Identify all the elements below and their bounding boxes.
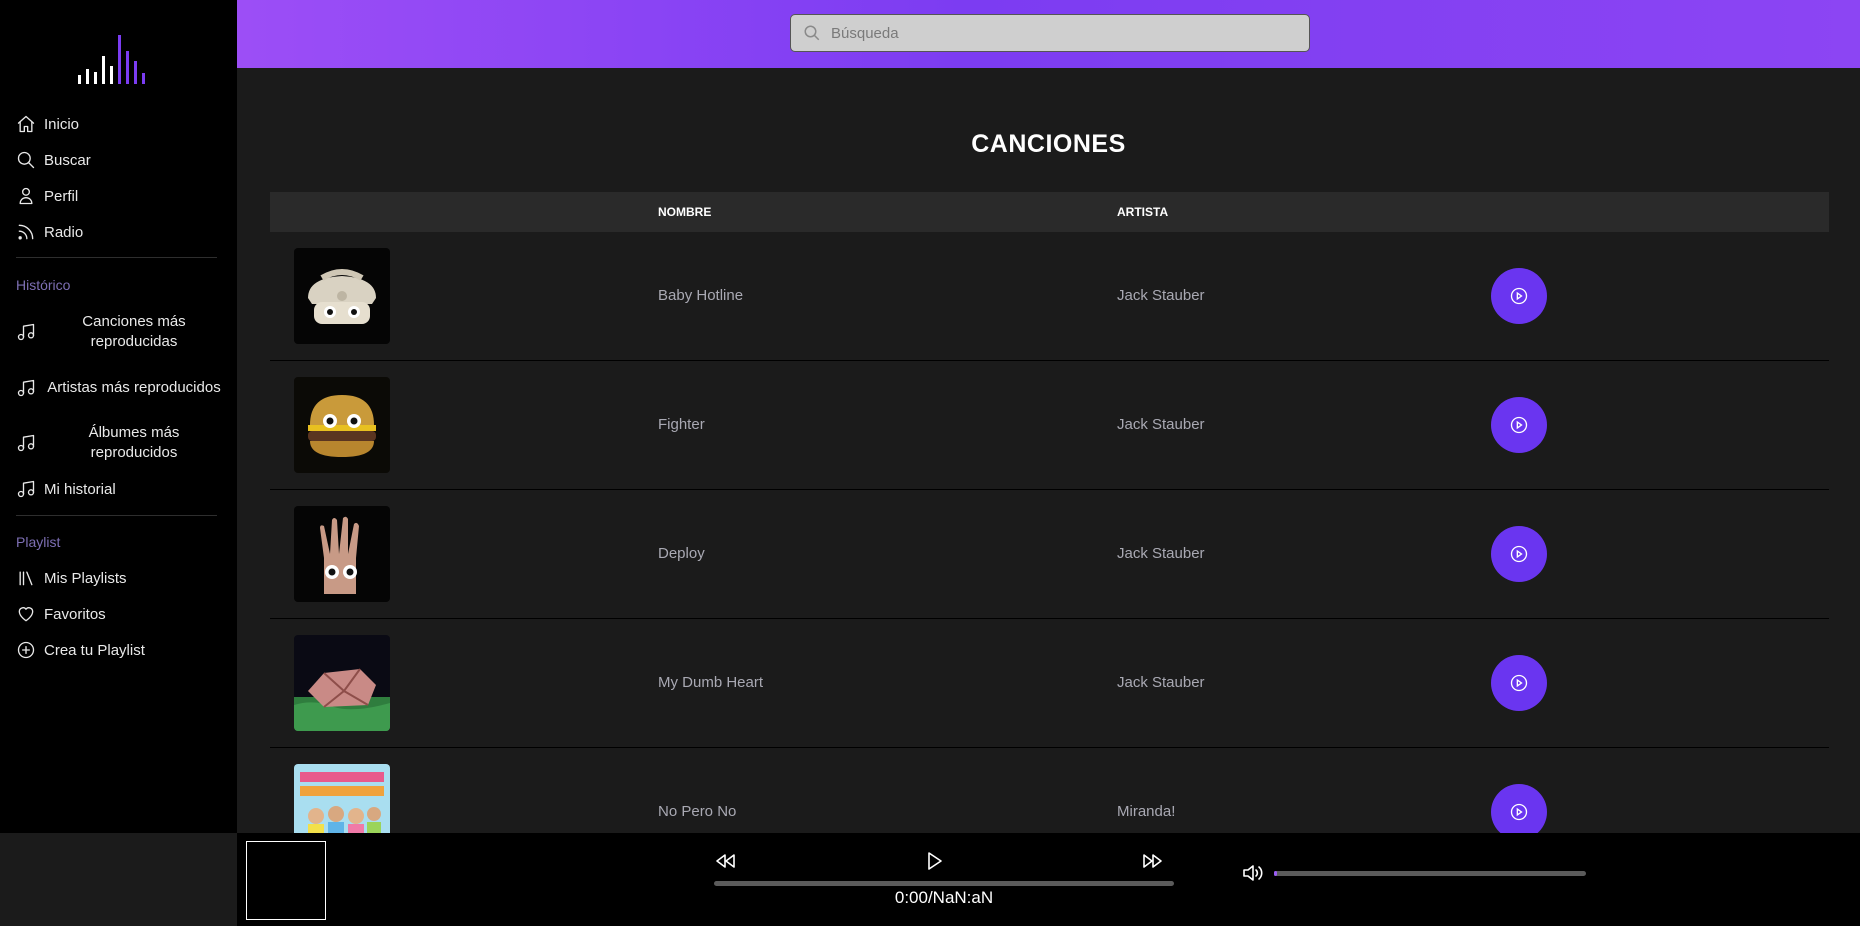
play-circle-icon: [1510, 416, 1528, 434]
play-song-button[interactable]: [1491, 526, 1547, 582]
play-button[interactable]: [920, 847, 948, 875]
hand-cover-art: [294, 506, 390, 602]
song-name: Baby Hotline: [658, 287, 744, 304]
album-cover: [294, 764, 390, 833]
table-row: Baby Hotline Jack Stauber: [270, 232, 1829, 361]
nav-albumes-mas-reproducidos[interactable]: Álbumes más reproducidos: [16, 423, 224, 463]
album-cover: [294, 506, 390, 602]
nav-artistas-mas-reproducidos[interactable]: Artistas más reproducidos: [16, 368, 224, 408]
music-note-icon: [17, 480, 35, 498]
telephone-cover-art: [294, 248, 390, 344]
nav-artistas-label: Artistas más reproducidos: [47, 379, 221, 396]
music-note-icon: [17, 379, 35, 397]
heart-creature-cover-art: [294, 635, 390, 731]
song-artist: Miranda!: [1117, 803, 1176, 820]
nav-mi-historial-label: Mi historial: [44, 480, 116, 498]
nav-perfil-label: Perfil: [44, 187, 79, 205]
playlist-title: Playlist: [16, 534, 61, 550]
nav-favoritos-label: Favoritos: [44, 605, 106, 623]
nav-canciones-label: Canciones más reproducidas: [82, 313, 186, 350]
album-cover: [294, 635, 390, 731]
burger-cover-art: [294, 377, 390, 473]
table-header: NOMBRE ARTISTA: [270, 192, 1829, 232]
sidebar: Inicio Buscar Perfil Radio Histórico Can…: [0, 0, 237, 833]
song-name: My Dumb Heart: [658, 674, 764, 691]
songs-table: NOMBRE ARTISTA Baby Hotline Jack Stauber: [270, 192, 1829, 833]
column-header-artist: ARTISTA: [1117, 205, 1169, 219]
fast-forward-button[interactable]: [1138, 847, 1166, 875]
song-name: Deploy: [658, 545, 705, 562]
nav-canciones-mas-reproducidas[interactable]: Canciones más reproducidas: [16, 312, 224, 352]
song-name: Fighter: [658, 416, 705, 433]
play-song-button[interactable]: [1491, 784, 1547, 833]
sidebar-divider: [16, 257, 217, 258]
main-content: CANCIONES NOMBRE ARTISTA Baby Hotline Ja…: [237, 68, 1860, 833]
song-artist: Jack Stauber: [1117, 545, 1205, 562]
plus-circle-icon: [17, 641, 35, 659]
table-row: No Pero No Miranda!: [270, 748, 1829, 833]
play-song-button[interactable]: [1491, 268, 1547, 324]
historico-title: Histórico: [16, 277, 71, 293]
nav-buscar-label: Buscar: [44, 151, 91, 169]
volume-button[interactable]: [1240, 861, 1264, 885]
nav-radio-label: Radio: [44, 223, 84, 241]
progress-bar[interactable]: [714, 881, 1174, 886]
page-title: CANCIONES: [971, 130, 1126, 158]
nav-inicio-label: Inicio: [44, 115, 80, 133]
music-note-icon: [17, 434, 35, 452]
volume-slider[interactable]: [1274, 871, 1586, 876]
song-artist: Jack Stauber: [1117, 287, 1205, 304]
play-circle-icon: [1510, 674, 1528, 692]
volume-level: [1274, 871, 1278, 876]
play-song-button[interactable]: [1491, 397, 1547, 453]
heart-icon: [18, 607, 34, 622]
search-icon: [17, 151, 35, 169]
volume-icon: [1243, 865, 1263, 881]
nav-mis-playlists[interactable]: Mis Playlists: [16, 566, 127, 590]
now-playing-cover: [246, 841, 326, 920]
song-artist: Jack Stauber: [1117, 416, 1205, 433]
album-cover: [294, 377, 390, 473]
table-row: Fighter Jack Stauber: [270, 361, 1829, 490]
song-name: No Pero No: [658, 803, 737, 820]
nav-buscar[interactable]: Buscar: [16, 148, 91, 172]
play-icon: [928, 852, 942, 870]
nav-mis-playlists-label: Mis Playlists: [44, 569, 127, 587]
sidebar-divider: [16, 515, 217, 516]
play-circle-icon: [1510, 545, 1528, 563]
nav-inicio[interactable]: Inicio: [16, 112, 79, 136]
search-bar[interactable]: [790, 14, 1310, 52]
rewind-icon: [716, 854, 735, 868]
rss-icon: [18, 224, 34, 240]
play-circle-icon: [1510, 287, 1528, 305]
nav-crea-tu-playlist[interactable]: Crea tu Playlist: [16, 638, 145, 662]
home-icon: [17, 115, 35, 133]
player-bar: 0:00/NaN:aN: [237, 833, 1860, 926]
play-song-button[interactable]: [1491, 655, 1547, 711]
top-header: [237, 0, 1860, 68]
search-input[interactable]: [831, 24, 1291, 42]
library-icon: [19, 571, 33, 586]
fast-forward-icon: [1143, 854, 1162, 868]
time-display: 0:00/NaN:aN: [894, 888, 994, 907]
nav-crea-label: Crea tu Playlist: [44, 641, 145, 659]
search-icon: [804, 25, 820, 41]
user-icon: [19, 187, 33, 205]
nav-mi-historial[interactable]: Mi historial: [16, 477, 116, 501]
song-artist: Jack Stauber: [1117, 674, 1205, 691]
rewind-button[interactable]: [712, 847, 740, 875]
nav-perfil[interactable]: Perfil: [16, 184, 78, 208]
nav-favoritos[interactable]: Favoritos: [16, 602, 106, 626]
music-note-icon: [17, 323, 35, 341]
equalizer-logo[interactable]: [76, 33, 154, 85]
play-circle-icon: [1510, 803, 1528, 821]
column-header-name: NOMBRE: [658, 205, 712, 219]
nav-albumes-label: Álbumes más reproducidos: [88, 424, 180, 461]
album-cover: [294, 248, 390, 344]
table-row: Deploy Jack Stauber: [270, 490, 1829, 619]
table-row: My Dumb Heart Jack Stauber: [270, 619, 1829, 748]
nav-radio[interactable]: Radio: [16, 220, 83, 244]
band-cover-art: [294, 764, 390, 833]
